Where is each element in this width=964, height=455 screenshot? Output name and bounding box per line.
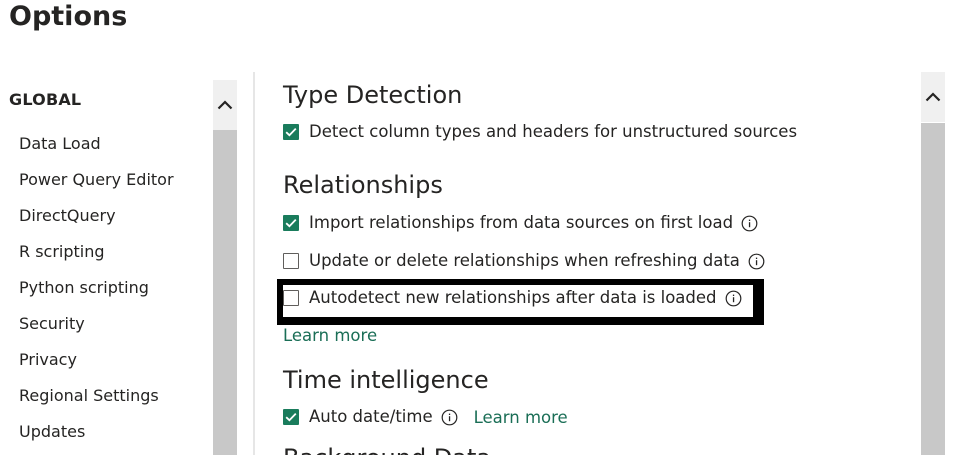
checkmark-icon — [285, 127, 297, 137]
nav-item-directquery[interactable]: DirectQuery — [19, 204, 174, 240]
nav-pane: GLOBAL Data Load Power Query Editor Dire… — [0, 80, 210, 455]
learn-more-relationships-link[interactable]: Learn more — [283, 326, 377, 345]
chevron-up-icon — [217, 100, 233, 110]
options-dialog: Options GLOBAL Data Load Power Query Edi… — [0, 0, 964, 455]
nav-scroll-thumb[interactable] — [213, 130, 237, 455]
heading-time-intelligence: Time intelligence — [283, 366, 489, 394]
content-scrollbar[interactable] — [921, 72, 945, 455]
chevron-up-icon — [925, 92, 941, 102]
option-auto-date-time[interactable]: Auto date/time Learn more — [283, 405, 568, 429]
heading-background-data: Background Data — [283, 443, 491, 455]
nav-scrollbar[interactable] — [213, 80, 237, 455]
nav-item-power-query-editor[interactable]: Power Query Editor — [19, 168, 174, 204]
nav-item-regional-settings[interactable]: Regional Settings — [19, 384, 174, 420]
label-autodetect-relationships: Autodetect new relationships after data … — [309, 288, 717, 307]
nav-item-data-load[interactable]: Data Load — [19, 132, 174, 168]
content-scroll-thumb[interactable] — [921, 123, 945, 455]
nav-scroll-up-button[interactable] — [213, 80, 237, 130]
info-icon[interactable] — [725, 290, 742, 307]
options-content: Type Detection Detect column types and h… — [283, 0, 913, 455]
checkbox-detect-column-types[interactable] — [283, 124, 299, 140]
info-icon[interactable] — [748, 253, 765, 270]
learn-more-time-intelligence-link[interactable]: Learn more — [474, 408, 568, 427]
option-import-relationships[interactable]: Import relationships from data sources o… — [283, 211, 758, 235]
option-detect-column-types[interactable]: Detect column types and headers for unst… — [283, 120, 797, 144]
nav-item-privacy[interactable]: Privacy — [19, 348, 174, 384]
checkmark-icon — [285, 412, 297, 422]
nav-section-global: GLOBAL — [9, 90, 82, 109]
option-autodetect-relationships[interactable]: Autodetect new relationships after data … — [283, 286, 742, 310]
heading-type-detection: Type Detection — [283, 81, 463, 109]
nav-item-r-scripting[interactable]: R scripting — [19, 240, 174, 276]
nav-item-python-scripting[interactable]: Python scripting — [19, 276, 174, 312]
label-import-relationships: Import relationships from data sources o… — [309, 213, 734, 232]
label-update-delete-relationships: Update or delete relationships when refr… — [309, 251, 740, 270]
nav-item-updates[interactable]: Updates — [19, 420, 174, 455]
label-auto-date-time: Auto date/time — [309, 407, 433, 426]
dialog-title: Options — [9, 1, 128, 32]
nav-list: Data Load Power Query Editor DirectQuery… — [19, 132, 174, 455]
checkbox-import-relationships[interactable] — [283, 215, 299, 231]
option-update-delete-relationships[interactable]: Update or delete relationships when refr… — [283, 249, 765, 273]
heading-relationships: Relationships — [283, 171, 443, 199]
checkbox-auto-date-time[interactable] — [283, 409, 299, 425]
checkbox-update-delete-relationships[interactable] — [283, 253, 299, 269]
pane-divider — [253, 72, 255, 455]
info-icon[interactable] — [741, 215, 758, 232]
learn-more-relationships-row: Learn more — [283, 323, 377, 347]
label-detect-column-types: Detect column types and headers for unst… — [309, 122, 798, 141]
content-scroll-up-button[interactable] — [921, 72, 945, 122]
nav-item-security[interactable]: Security — [19, 312, 174, 348]
info-icon[interactable] — [441, 409, 458, 426]
checkmark-icon — [285, 218, 297, 228]
checkbox-autodetect-relationships[interactable] — [283, 290, 299, 306]
